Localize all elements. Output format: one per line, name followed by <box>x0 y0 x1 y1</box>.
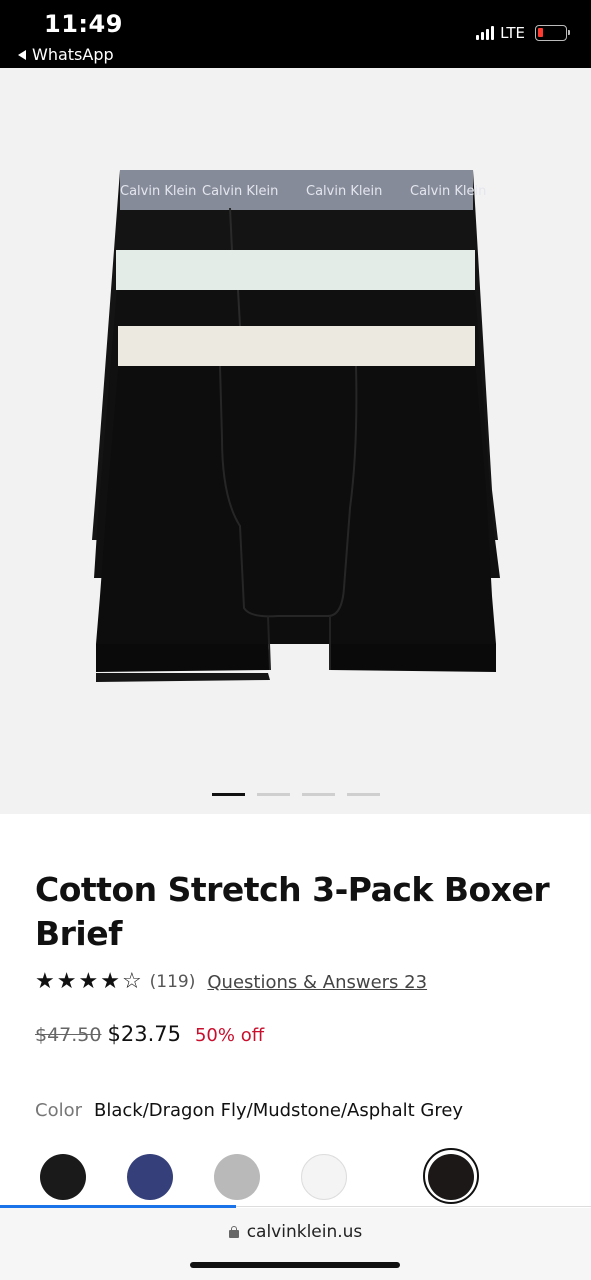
carousel-dot[interactable] <box>302 793 335 796</box>
color-swatch-grey[interactable] <box>214 1154 260 1200</box>
waistband-text: Calvin Klein <box>306 184 382 199</box>
star-filled-icon: ★ <box>100 969 120 994</box>
battery-level <box>538 28 543 37</box>
lock-icon <box>228 1226 239 1238</box>
color-swatch-black[interactable] <box>40 1154 86 1200</box>
carousel-indicator[interactable] <box>212 793 380 796</box>
url-display[interactable]: calvinklein.us <box>0 1222 591 1242</box>
back-app-label: WhatsApp <box>32 45 114 64</box>
color-swatch-navy[interactable] <box>127 1154 173 1200</box>
carousel-dot-active[interactable] <box>212 793 245 796</box>
signal-strength-icon <box>476 26 495 40</box>
product-image: Calvin Klein Calvin Klein Calvin Klein C… <box>92 170 500 682</box>
color-swatch-white[interactable] <box>301 1154 347 1200</box>
battery-icon <box>535 25 570 41</box>
star-empty-icon: ☆ <box>121 969 142 994</box>
review-count-link[interactable]: (119) <box>150 972 196 992</box>
questions-answers-link[interactable]: Questions & Answers 23 <box>207 972 427 993</box>
back-arrow-icon <box>18 49 26 60</box>
sale-price: $23.75 <box>107 1022 181 1046</box>
price-row: $47.50 $23.75 50% off <box>35 1022 264 1046</box>
discount-badge: 50% off <box>194 1025 265 1046</box>
star-filled-icon: ★ <box>56 969 77 994</box>
color-swatch-selected[interactable] <box>428 1154 474 1200</box>
star-filled-icon: ★ <box>78 969 99 994</box>
home-indicator[interactable] <box>190 1262 400 1268</box>
color-swatches <box>40 1148 580 1204</box>
carousel-dot[interactable] <box>347 793 380 796</box>
original-price: $47.50 <box>35 1024 102 1046</box>
browser-url-bar[interactable]: calvinklein.us <box>0 1208 591 1280</box>
rating-row: ★ ★ ★ ★ ☆ (119) Questions & Answers 23 <box>35 968 427 996</box>
color-label: Color <box>35 1100 82 1121</box>
status-bar: 11:49 WhatsApp LTE <box>0 0 591 68</box>
network-type: LTE <box>500 24 525 42</box>
status-time: 11:49 <box>44 10 123 38</box>
color-selection-label: Color Black/Dragon Fly/Mudstone/Asphalt … <box>35 1100 463 1121</box>
url-text: calvinklein.us <box>246 1222 363 1242</box>
waistband-text: Calvin Klein <box>120 184 196 199</box>
status-indicators: LTE <box>476 24 570 42</box>
star-rating[interactable]: ★ ★ ★ ★ ☆ <box>35 970 142 994</box>
star-filled-icon: ★ <box>35 969 55 994</box>
waistband-text: Calvin Klein <box>202 184 278 199</box>
carousel-dot[interactable] <box>257 793 290 796</box>
waistband-text: Calvin Klein <box>410 184 486 199</box>
product-image-carousel[interactable]: Calvin Klein Calvin Klein Calvin Klein C… <box>0 68 591 814</box>
selected-color-name: Black/Dragon Fly/Mudstone/Asphalt Grey <box>94 1100 464 1121</box>
back-to-app-button[interactable]: WhatsApp <box>18 45 114 64</box>
product-title: Cotton Stretch 3-Pack Boxer Brief <box>35 870 550 953</box>
